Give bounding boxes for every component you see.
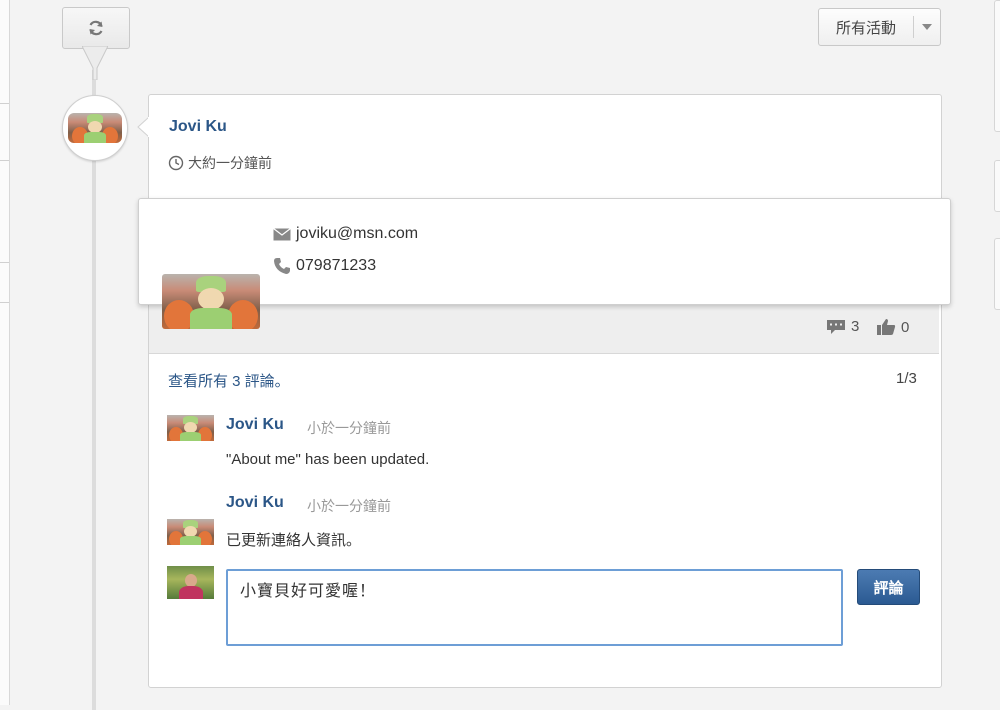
comment-time: 小於一分鐘前 xyxy=(307,498,391,514)
timeline-line xyxy=(92,70,96,710)
current-user-avatar xyxy=(167,566,214,599)
card-pointer xyxy=(137,117,150,137)
comment-icon xyxy=(827,319,845,334)
right-panel-edge xyxy=(991,0,1000,705)
comment-avatar[interactable] xyxy=(167,415,214,441)
left-panel-edge xyxy=(0,0,10,705)
contact-photo xyxy=(162,274,260,329)
comments-pager: 1/3 xyxy=(896,370,917,387)
timeline-connector xyxy=(82,46,108,80)
comment-text: "About me" has been updated. xyxy=(226,451,430,468)
comment-count-value: 3 xyxy=(851,318,860,335)
phone-icon xyxy=(274,258,290,274)
refresh-icon xyxy=(89,20,103,36)
submit-comment-button[interactable]: 評論 xyxy=(857,569,920,605)
contact-phone[interactable]: 079871233 xyxy=(273,257,376,275)
comment-count[interactable]: 3 xyxy=(826,318,859,335)
post-time-text: 大約一分鐘前 xyxy=(188,155,272,171)
activity-filter-label: 所有活動 xyxy=(835,19,896,37)
timeline-avatar[interactable] xyxy=(62,95,128,161)
stats-bar xyxy=(149,305,939,354)
like-count[interactable]: 0 xyxy=(876,318,909,336)
comment-text: 已更新連絡人資訊。 xyxy=(226,532,362,549)
comment-author[interactable]: Jovi Ku xyxy=(226,416,284,434)
caret-down-icon xyxy=(914,24,940,30)
comment-author[interactable]: Jovi Ku xyxy=(226,494,284,512)
thumbs-up-icon xyxy=(877,319,896,335)
envelope-icon xyxy=(273,227,291,240)
refresh-button[interactable] xyxy=(62,7,130,49)
comment-input[interactable] xyxy=(226,569,843,646)
contact-email-text: joviku@msn.com xyxy=(296,225,419,242)
author-avatar xyxy=(68,113,122,143)
contact-phone-text: 079871233 xyxy=(296,257,377,274)
view-all-comments-link[interactable]: 查看所有 3 評論。 xyxy=(168,370,290,391)
clock-icon xyxy=(168,155,184,171)
post-timestamp: 大約一分鐘前 xyxy=(168,153,272,173)
comment-time: 小於一分鐘前 xyxy=(307,420,391,436)
post-author-name[interactable]: Jovi Ku xyxy=(169,118,227,136)
comment-avatar[interactable] xyxy=(167,519,214,545)
contact-email[interactable]: joviku@msn.com xyxy=(273,225,418,243)
activity-filter-dropdown[interactable]: 所有活動 xyxy=(818,8,941,46)
like-count-value: 0 xyxy=(901,318,910,336)
